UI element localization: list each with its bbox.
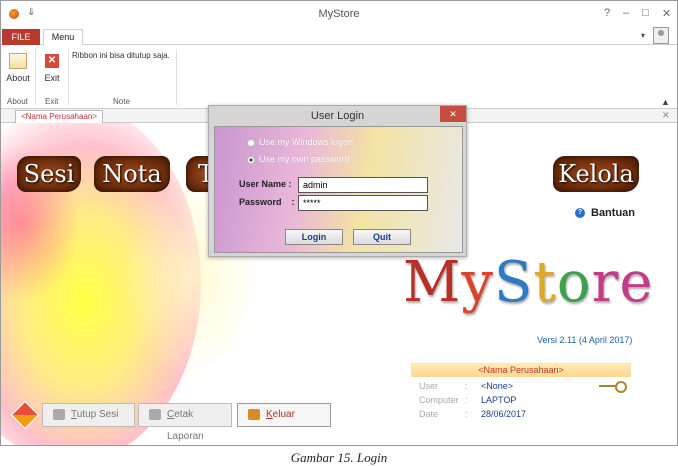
group-label-exit: Exit bbox=[45, 97, 59, 106]
help-button[interactable]: ? bbox=[604, 7, 610, 19]
info-value: 28/06/2017 bbox=[481, 409, 527, 419]
radio-windows-logon[interactable]: Use my Windows logon bbox=[247, 137, 353, 147]
mystore-logo: MyStore bbox=[403, 253, 654, 313]
exit-icon: ✕ bbox=[45, 54, 59, 68]
cetak-laporan-button[interactable]: Cetak Laporan bbox=[138, 403, 232, 442]
version-text: Versi 2.11 (4 April 2017) bbox=[537, 335, 633, 345]
kelola-button[interactable]: Kelola bbox=[553, 156, 639, 192]
radio-label: Use my Windows logon bbox=[259, 137, 354, 147]
user-login-dialog: User Login ✕ Use my Windows logon Use my… bbox=[208, 105, 467, 257]
radio-label: Use my own password bbox=[259, 154, 350, 164]
tutup-sesi-button[interactable]: Tutup Sesi bbox=[42, 403, 135, 427]
ribbon-options-icon[interactable]: ▾ bbox=[641, 31, 645, 40]
ribbon-tab-row: FILE Menu ▾ bbox=[1, 27, 677, 46]
app-window: ⇓ MyStore ? – □ ✕ FILE Menu ▾ About Abou… bbox=[0, 0, 678, 446]
nota-button[interactable]: Nota bbox=[94, 156, 170, 192]
restore-button[interactable]: □ bbox=[642, 7, 649, 19]
bantuan-link[interactable]: ? Bantuan bbox=[575, 207, 635, 219]
collapse-ribbon-icon[interactable]: ▲ bbox=[661, 97, 670, 107]
group-label-note: Note bbox=[113, 97, 130, 106]
exit-button-label: Exit bbox=[44, 73, 60, 83]
radio-own-password[interactable]: Use my own password bbox=[247, 154, 350, 164]
minimize-button[interactable]: – bbox=[623, 7, 629, 19]
group-divider bbox=[68, 49, 69, 105]
document-tab[interactable]: <Nama Perusahaan> bbox=[15, 110, 103, 123]
label-colon: : bbox=[291, 197, 295, 207]
logo-letter: M bbox=[403, 250, 462, 315]
about-button[interactable]: About bbox=[5, 47, 31, 83]
info-colon: : bbox=[465, 395, 468, 405]
tab-menu[interactable]: Menu bbox=[43, 29, 83, 46]
label-text: Password bbox=[239, 197, 282, 207]
tab-file[interactable]: FILE bbox=[2, 29, 40, 45]
logo-letter: re bbox=[591, 250, 654, 315]
help-icon: ? bbox=[575, 208, 585, 219]
accelerator-key: K bbox=[266, 409, 273, 420]
close-document-icon[interactable]: ✕ bbox=[662, 110, 670, 121]
group-label-about: About bbox=[7, 97, 28, 106]
window-title: MyStore bbox=[318, 8, 360, 20]
info-key: Computer bbox=[419, 395, 459, 405]
bantuan-label: Bantuan bbox=[591, 207, 635, 219]
info-key: User bbox=[419, 381, 439, 391]
group-divider bbox=[35, 49, 36, 105]
username-field[interactable] bbox=[298, 177, 428, 193]
radio-indicator bbox=[247, 138, 255, 147]
group-divider bbox=[176, 49, 177, 105]
dialog-title: User Login bbox=[310, 110, 365, 122]
about-icon bbox=[9, 53, 27, 69]
info-colon: : bbox=[465, 381, 468, 391]
dialog-body: Use my Windows logon Use my own password… bbox=[214, 126, 463, 253]
dialog-close-button[interactable]: ✕ bbox=[440, 106, 466, 122]
button-label: eluar bbox=[272, 409, 295, 420]
info-key: Date bbox=[419, 409, 439, 419]
exit-button[interactable]: ✕ Exit bbox=[41, 47, 63, 83]
quit-button[interactable]: Quit bbox=[353, 229, 411, 245]
password-field[interactable] bbox=[298, 195, 428, 211]
logo-letter: o bbox=[556, 250, 592, 315]
button-label: utup Sesi bbox=[76, 409, 119, 420]
about-button-label: About bbox=[6, 73, 30, 83]
account-avatar-icon[interactable] bbox=[653, 27, 669, 44]
logo-letter: y bbox=[461, 250, 494, 315]
logo-letter: S bbox=[493, 250, 534, 315]
print-icon bbox=[149, 409, 161, 420]
ribbon: About About ✕ Exit Exit Ribbon ini bisa … bbox=[1, 45, 677, 109]
password-label: Password : bbox=[239, 197, 295, 207]
login-button[interactable]: Login bbox=[285, 229, 343, 245]
sesi-button[interactable]: Sesi bbox=[17, 156, 81, 192]
info-colon: : bbox=[465, 409, 468, 419]
label-colon: : bbox=[288, 179, 292, 189]
figure-caption: Gambar 15. Login bbox=[290, 450, 388, 465]
ribbon-note-text: Ribbon ini bisa ditutup saja. bbox=[72, 51, 170, 60]
exit-door-icon bbox=[248, 409, 260, 420]
logo-letter: t bbox=[533, 250, 557, 315]
company-name-header: <Nama Perusahaan> bbox=[411, 363, 631, 377]
close-window-button[interactable]: ✕ bbox=[662, 7, 671, 20]
info-value: <None> bbox=[481, 381, 514, 391]
info-value: LAPTOP bbox=[481, 395, 517, 405]
label-text: User Name bbox=[239, 179, 287, 189]
close-session-icon bbox=[53, 409, 65, 420]
username-label: User Name : bbox=[239, 179, 292, 189]
keluar-button[interactable]: Keluar bbox=[237, 403, 331, 427]
title-bar: ⇓ MyStore ? – □ ✕ bbox=[1, 1, 677, 29]
radio-indicator bbox=[247, 155, 255, 164]
key-icon bbox=[599, 381, 627, 393]
